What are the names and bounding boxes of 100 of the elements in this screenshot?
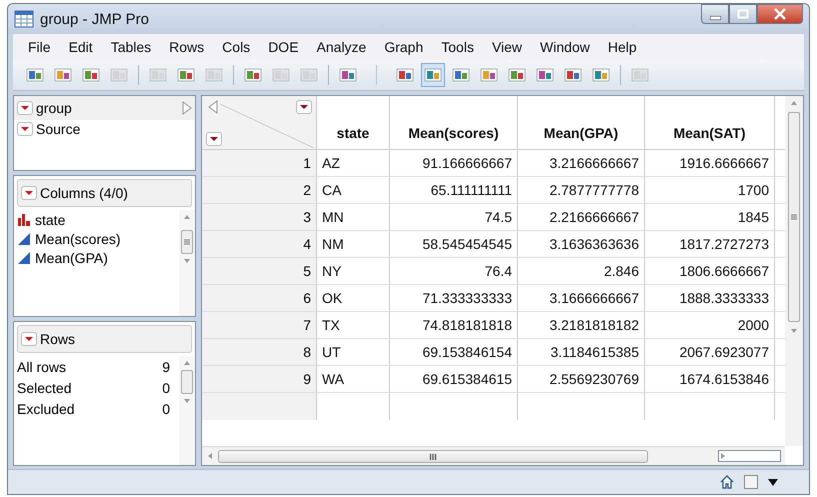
checkbox-icon[interactable] xyxy=(743,474,759,490)
spreadsheet-icon xyxy=(14,10,34,28)
row-number[interactable]: 6 xyxy=(202,285,317,312)
dropdown-icon[interactable] xyxy=(17,122,33,136)
table-cell: NY xyxy=(317,258,390,285)
table-cell: 1916.6666667 xyxy=(645,150,775,177)
table-cell: 1888.3333333 xyxy=(645,285,775,312)
table-name: group xyxy=(36,100,72,116)
column-name[interactable]: state xyxy=(35,212,66,228)
maximize-icon xyxy=(737,9,749,19)
menu-item[interactable]: File xyxy=(19,39,60,55)
table-cell: 2.2166666667 xyxy=(518,204,645,231)
dropdown-icon[interactable] xyxy=(296,100,312,114)
menu-item[interactable]: Tools xyxy=(432,39,483,55)
close-button[interactable] xyxy=(757,4,803,24)
row-state-label: Excluded xyxy=(17,400,75,416)
scroll-thumb[interactable]: III xyxy=(218,450,648,462)
minimize-icon xyxy=(710,16,720,20)
column-header[interactable]: Mean(SAT) xyxy=(645,96,775,150)
row-number[interactable]: 1 xyxy=(202,150,317,177)
menu-item[interactable]: Window xyxy=(531,39,599,55)
collapse-icon[interactable] xyxy=(208,100,218,114)
menu-item[interactable]: Graph xyxy=(375,39,432,55)
table-cell: AZ xyxy=(317,150,390,177)
table-cell: 3.1666666667 xyxy=(518,285,645,312)
dropdown-icon[interactable] xyxy=(17,101,33,115)
table-cell: 3.1184615385 xyxy=(518,339,645,366)
menu-item[interactable]: Tables xyxy=(102,39,160,55)
table-cell: NM xyxy=(317,231,390,258)
grip-icon xyxy=(790,213,798,221)
scroll-thumb[interactable] xyxy=(181,370,193,394)
menu-item[interactable]: DOE xyxy=(259,39,308,55)
table-cell: 3.1636363636 xyxy=(518,231,645,258)
table-cell: 2.846 xyxy=(518,258,645,285)
scrollbar[interactable] xyxy=(785,96,803,446)
table-cell: MN xyxy=(317,204,390,231)
table-cell: CA xyxy=(317,177,390,204)
table-cell: WA xyxy=(317,366,390,393)
dropdown-icon[interactable] xyxy=(21,186,37,200)
panel-title: Rows xyxy=(40,331,76,347)
minimize-button[interactable] xyxy=(701,4,729,24)
column-name[interactable]: Mean(GPA) xyxy=(35,250,108,266)
menu-item[interactable]: Rows xyxy=(160,39,214,55)
home-icon[interactable] xyxy=(719,474,735,490)
table-cell: TX xyxy=(317,312,390,339)
maximize-button[interactable] xyxy=(729,4,757,24)
caret-icon[interactable] xyxy=(767,477,779,487)
scrollbar[interactable] xyxy=(179,356,195,465)
scrollbar[interactable] xyxy=(179,210,195,316)
toolbar-button[interactable] xyxy=(421,63,445,87)
row-count: 0 xyxy=(162,380,170,396)
row-number[interactable]: 9 xyxy=(202,366,317,393)
table-cell: 91.166666667 xyxy=(390,150,518,177)
column-header[interactable]: state xyxy=(317,96,390,150)
window-title: group - JMP Pro xyxy=(40,10,149,28)
column-name[interactable]: Mean(scores) xyxy=(35,230,121,246)
row-number[interactable]: 7 xyxy=(202,312,317,339)
table-cell: 2.5569230769 xyxy=(518,366,645,393)
row-number[interactable]: 8 xyxy=(202,339,317,366)
close-icon xyxy=(773,8,787,20)
column-header[interactable]: Mean(scores) xyxy=(390,96,518,150)
table-cell: 74.5 xyxy=(390,204,518,231)
table-cell: 2067.6923077 xyxy=(645,339,775,366)
table-cell: 2.7877777778 xyxy=(518,177,645,204)
table-cell: 1817.2727273 xyxy=(645,231,775,258)
row-number[interactable]: 4 xyxy=(202,231,317,258)
row-count: 9 xyxy=(162,358,170,374)
grip-icon xyxy=(183,238,191,246)
scroll-thumb[interactable] xyxy=(181,230,193,254)
table-cell: 3.2181818182 xyxy=(518,312,645,339)
menu-item[interactable]: View xyxy=(482,39,532,55)
table-cell: 69.153846154 xyxy=(390,339,518,366)
scroll-left-icon[interactable] xyxy=(206,451,214,461)
row-number[interactable]: 3 xyxy=(202,204,317,231)
table-cell: 76.4 xyxy=(390,258,518,285)
table-cell: OK xyxy=(317,285,390,312)
menu-item[interactable]: Cols xyxy=(213,39,260,55)
script-item[interactable]: Source xyxy=(36,121,80,137)
table-cell: 3.2166666667 xyxy=(518,150,645,177)
row-count: 0 xyxy=(162,400,170,416)
row-state-label: Selected xyxy=(17,380,72,396)
scroll-thumb[interactable] xyxy=(788,112,800,322)
dropdown-icon[interactable] xyxy=(21,332,37,346)
table-cell: 74.818181818 xyxy=(390,312,518,339)
table-cell: 69.615384615 xyxy=(390,366,518,393)
menu-item[interactable]: Help xyxy=(598,39,646,55)
table-cell: 1700 xyxy=(645,177,775,204)
table-cell: 71.333333333 xyxy=(390,285,518,312)
table-cell: 2000 xyxy=(645,312,775,339)
dropdown-icon[interactable] xyxy=(206,132,222,146)
table-cell: UT xyxy=(317,339,390,366)
table-cell: 1806.6666667 xyxy=(645,258,775,285)
menu-item[interactable]: Analyze xyxy=(308,39,376,55)
column-header[interactable]: Mean(GPA) xyxy=(518,96,645,150)
row-number[interactable]: 5 xyxy=(202,258,317,285)
horizontal-scrollbar[interactable]: III xyxy=(202,446,785,465)
menu-item[interactable]: Edit xyxy=(60,39,102,55)
row-number[interactable]: 2 xyxy=(202,177,317,204)
expand-icon[interactable] xyxy=(182,101,192,115)
row-state-label: All rows xyxy=(17,358,66,374)
